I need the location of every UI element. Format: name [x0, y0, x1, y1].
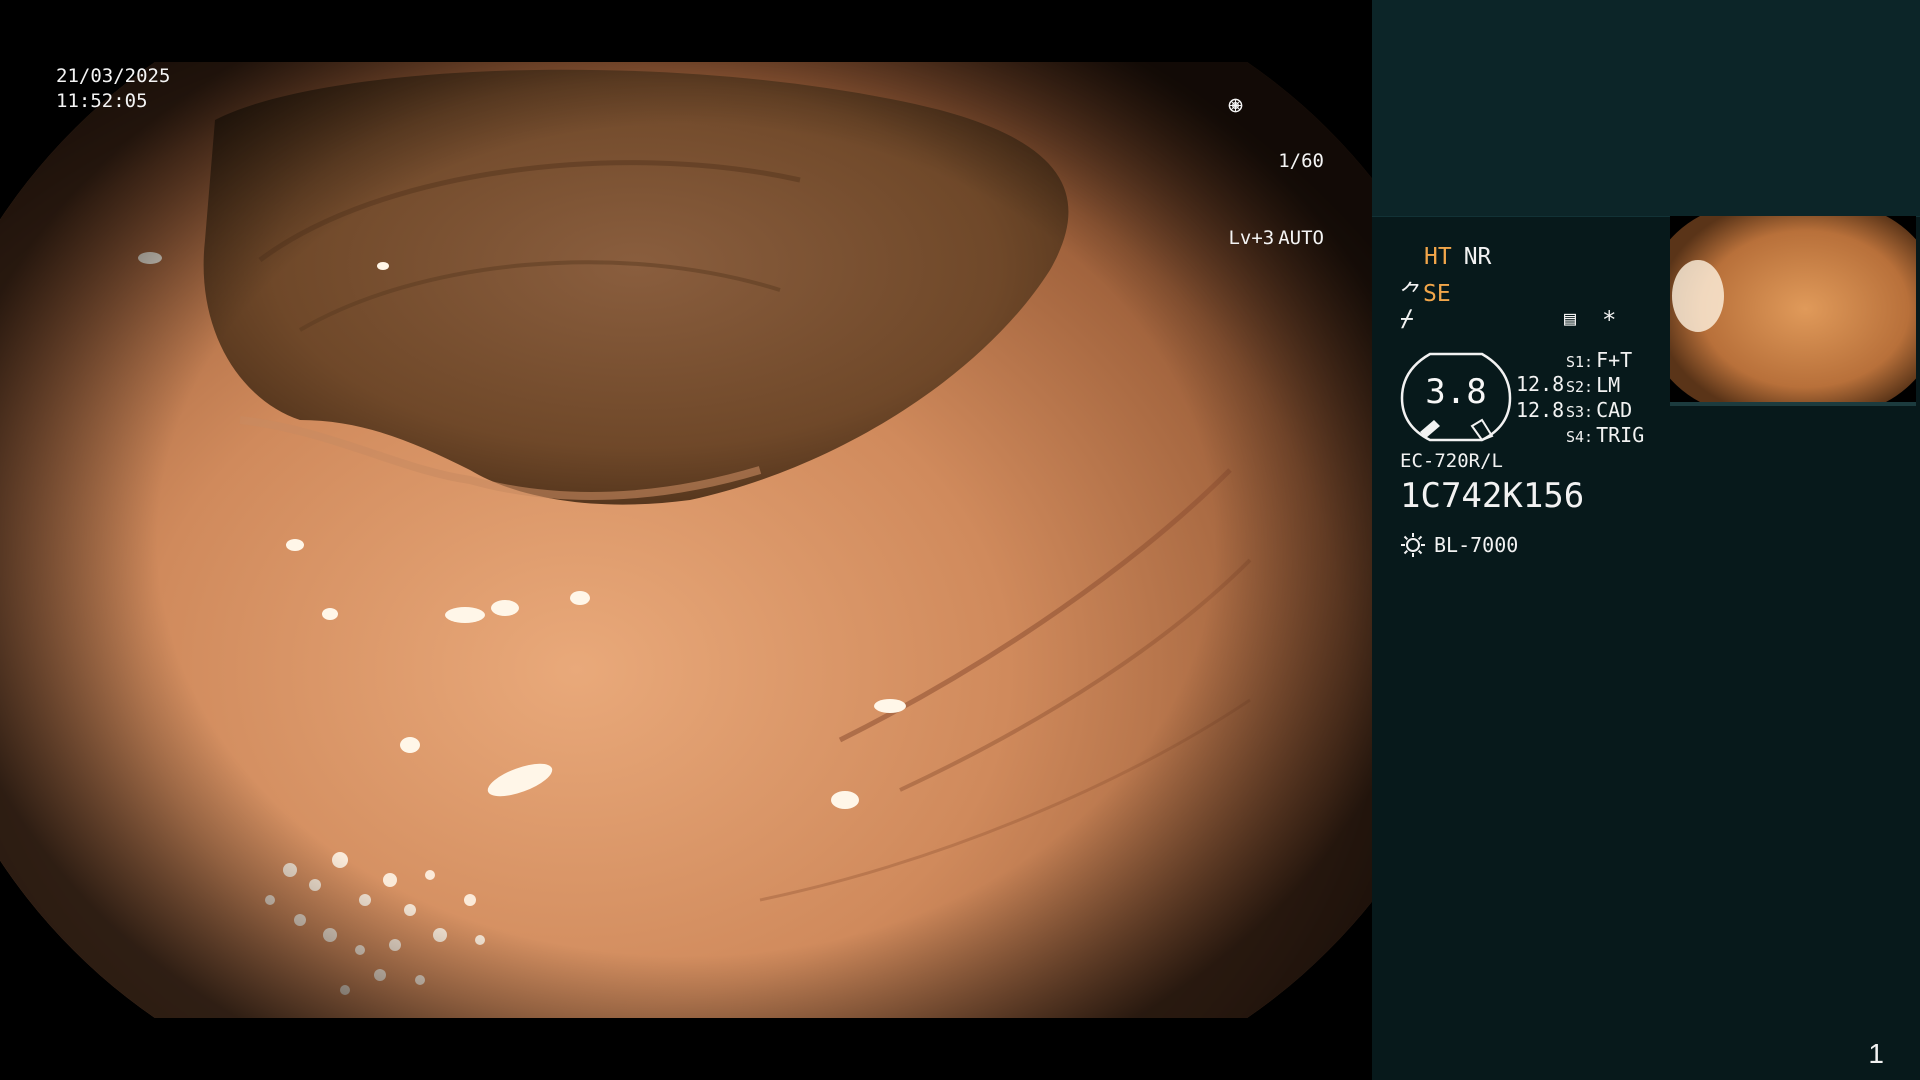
nr-mode-label: NR — [1463, 244, 1492, 270]
switch-key: S2: — [1566, 378, 1594, 396]
exposure-readout: 1/60 Lv+3 AUTO — [1228, 98, 1324, 302]
sun-icon — [1401, 533, 1425, 557]
exposure-mode-text: AUTO — [1278, 227, 1324, 249]
scope-model-text: EC-720R/L — [1400, 450, 1503, 472]
switch-value: CAD — [1596, 398, 1633, 422]
switch-value: F+T — [1596, 348, 1633, 372]
enhancement-icon: ⺈ — [1400, 281, 1423, 307]
captured-image-thumbnail[interactable] — [1670, 216, 1916, 406]
page-number-text: 1 — [1868, 1038, 1884, 1069]
se-mode-label: SE — [1423, 281, 1451, 307]
panel-header-area — [1372, 0, 1920, 217]
freeze-indicator: ⌿ — [1400, 306, 1414, 332]
switch-value: TRIG — [1596, 423, 1645, 447]
switch-row-s2: S2: LM — [1566, 373, 1620, 397]
date-text: 21/03/2025 — [56, 65, 171, 87]
time-text: 11:52:05 — [56, 90, 148, 112]
switch-key: S1: — [1566, 353, 1594, 371]
scale-value-a: 12.8 — [1516, 372, 1565, 396]
image-mode-row: HT NR — [1424, 244, 1491, 270]
ht-mode-label: HT — [1424, 244, 1452, 270]
switch-row-s4: S4: TRIG — [1566, 423, 1644, 447]
switch-row-s3: S3: CAD — [1566, 398, 1632, 422]
shutter-speed-text: 1/60 — [1278, 150, 1324, 172]
scale-value-b: 12.8 — [1516, 398, 1565, 422]
thumbnail-image — [1670, 216, 1916, 402]
endoscope-video-view: 21/03/2025 11:52:05 1/60 Lv+3 AUTO — [0, 0, 1372, 1080]
serial-number-text: 1C742K156 — [1400, 476, 1585, 516]
light-source-row: BL-7000 — [1400, 532, 1518, 558]
shutter-row: 1/60 — [1228, 98, 1324, 175]
switch-value: LM — [1596, 373, 1621, 397]
switch-key: S3: — [1566, 403, 1594, 421]
asterisk-icon: * — [1602, 306, 1617, 334]
date-time-readout: 21/03/2025 11:52:05 — [56, 64, 170, 114]
memo-icon: ▤ — [1564, 306, 1577, 330]
level-text: Lv+3 — [1228, 227, 1275, 249]
iris-icon — [1229, 98, 1243, 113]
switch-row-s1: S1: F+T — [1566, 348, 1632, 372]
info-side-panel: HT NR ⺈SE ⌿ ▤ * 3.8 12.8 12.8 S1: F+T S2: L… — [1372, 0, 1920, 1080]
structure-enhancement-row: ⺈SE — [1400, 274, 1451, 308]
exposure-mode-row: Lv+3 AUTO — [1228, 98, 1324, 252]
light-source-text: BL-7000 — [1434, 533, 1519, 557]
endoscope-image — [0, 62, 1372, 1018]
switch-key: S4: — [1566, 428, 1594, 446]
zoom-value-text: 3.8 — [1425, 372, 1487, 412]
freeze-icon: ⌿ — [1400, 306, 1414, 332]
endoscopy-monitor: 21/03/2025 11:52:05 1/60 Lv+3 AUTO HT NR… — [0, 0, 1920, 1080]
